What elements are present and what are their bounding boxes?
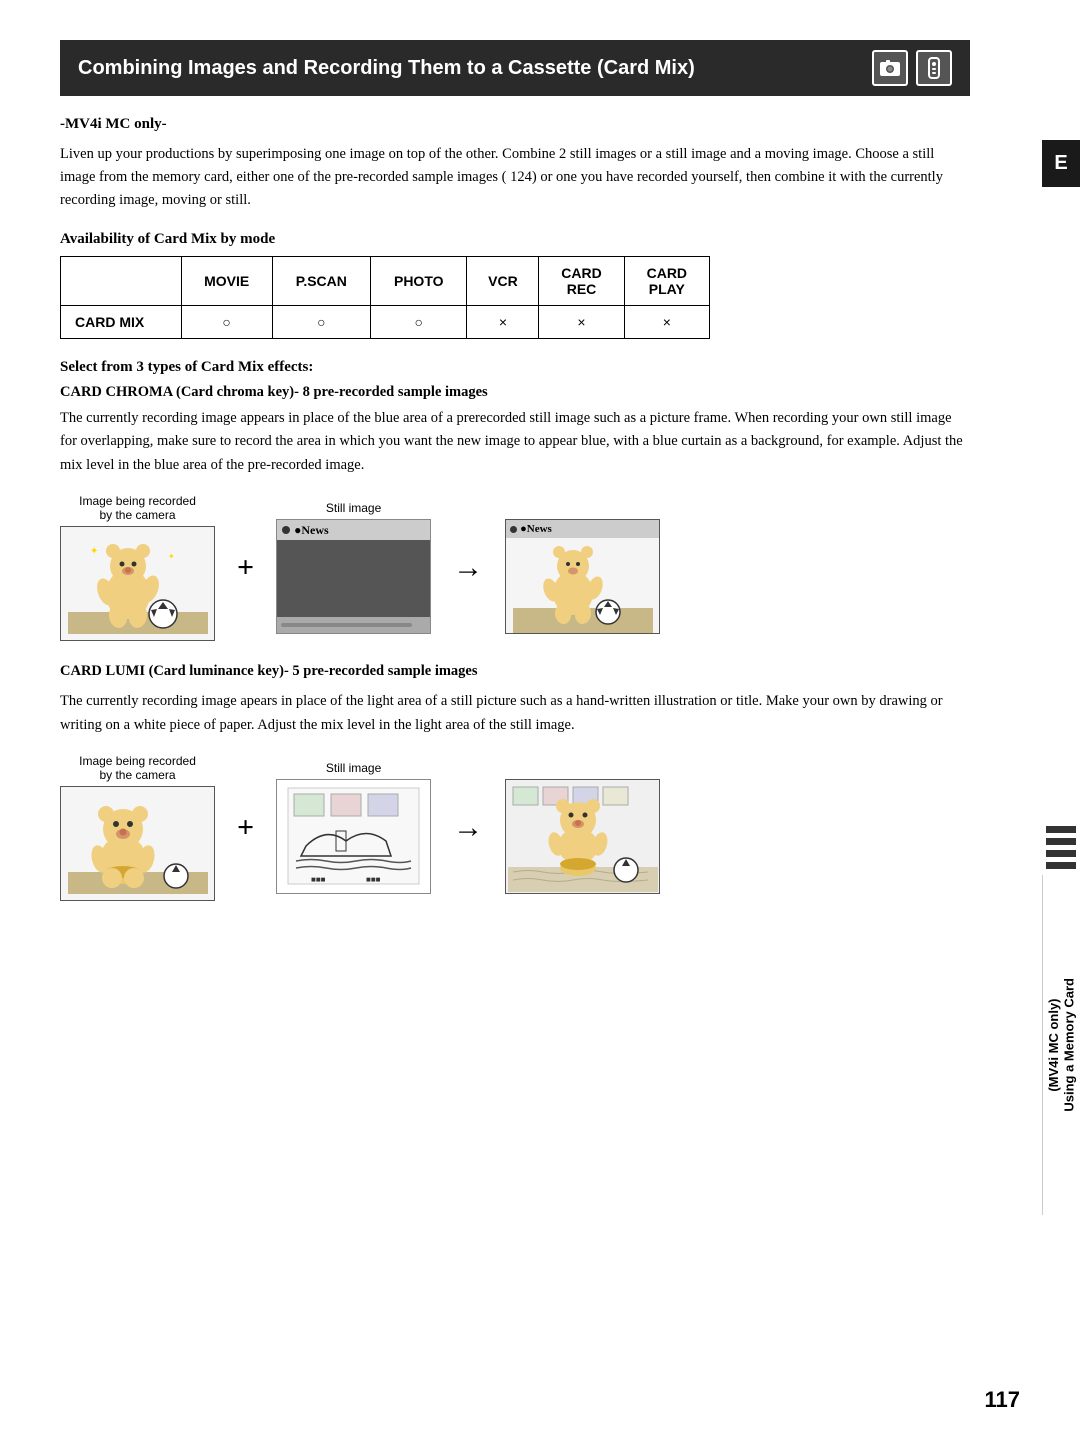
table-cell-photo: ○: [371, 305, 467, 338]
page-container: E Using a Memory Card(MV4i MC only) Comb…: [0, 0, 1080, 1443]
page-number: 117: [985, 1387, 1021, 1413]
diagram-col-2: Still image ●News: [276, 501, 431, 634]
diagram-label-left: Image being recordedby the camera: [79, 494, 196, 522]
news-footer-bar: [277, 617, 430, 633]
paper-drawing-svg: ■■■ ■■■: [286, 786, 421, 886]
sidebar-vertical-text-container: Using a Memory Card(MV4i MC only): [1042, 875, 1080, 1215]
table-header-card-play: CARDPLAY: [624, 256, 709, 305]
diagram-col-3: Result ●News: [505, 501, 660, 634]
table-cell-movie: ○: [181, 305, 272, 338]
sidebar-lines: [1042, 820, 1080, 875]
select-heading: Select from 3 types of Card Mix effects:: [60, 359, 970, 376]
news-dot: [282, 526, 290, 534]
paper-image-box: ■■■ ■■■: [276, 779, 431, 894]
result-image-box-2: [505, 779, 660, 894]
result-news-dot: [510, 526, 517, 533]
card-lumi-strong: CARD LUMI (Card luminance key): [60, 663, 284, 679]
page-title: Combining Images and Recording Them to a…: [78, 57, 695, 80]
diagram-col-1: Image being recordedby the camera: [60, 494, 215, 641]
news-content-area: [277, 540, 430, 617]
diagram-label-middle: Still image: [326, 501, 381, 515]
header-icon-remote: [916, 50, 952, 86]
result-baby-bear-svg: [508, 782, 658, 892]
page-header: Combining Images and Recording Them to a…: [60, 40, 970, 96]
table-header-empty: [61, 256, 182, 305]
header-icons: [872, 50, 952, 86]
right-tab-e: E: [1042, 140, 1080, 187]
card-lumi-heading: CARD LUMI (Card luminance key)- 5 pre-re…: [60, 663, 970, 680]
table-cell-card-rec: ×: [539, 305, 624, 338]
card-chroma-suffix: - 8 pre-recorded sample images: [294, 384, 488, 400]
availability-table: MOVIE P.SCAN PHOTO VCR CARDREC CARDPLAY …: [60, 256, 710, 339]
card-lumi-body: The currently recording image apears in …: [60, 690, 970, 738]
baby-bear-svg: [68, 794, 208, 894]
sidebar-line: [1046, 826, 1076, 833]
sidebar-line: [1046, 862, 1076, 869]
result-image-box-1: ●News: [505, 519, 660, 634]
diagram-col-4: Image being recordedby the camera: [60, 754, 215, 901]
main-content: Combining Images and Recording Them to a…: [60, 40, 1020, 901]
diagram-col-6: Result: [505, 761, 660, 894]
card-chroma-heading: CARD CHROMA (Card chroma key)- 8 pre-rec…: [60, 384, 970, 401]
arrow-symbol-1: →: [447, 551, 489, 585]
plus-symbol-2: +: [231, 811, 260, 845]
table-header-movie: MOVIE: [181, 256, 272, 305]
still-image-box: ●News: [276, 519, 431, 634]
camera-image-box-2: [60, 786, 215, 901]
intro-text: Liven up your productions by superimposi…: [60, 143, 970, 213]
plus-symbol-1: +: [231, 551, 260, 585]
sidebar-decoration: Using a Memory Card(MV4i MC only): [1042, 820, 1080, 1215]
bear-soccer-svg: ✦ ✦: [68, 534, 208, 634]
table-cell-label: CARD MIX: [61, 305, 182, 338]
table-header-photo: PHOTO: [371, 256, 467, 305]
svg-text:■■■: ■■■: [311, 875, 326, 884]
diagram-2: Image being recordedby the camera: [60, 754, 970, 901]
avail-heading: Availability of Card Mix by mode: [60, 231, 970, 248]
diagram-col-5: Still image: [276, 761, 431, 894]
news-header: ●News: [277, 520, 430, 540]
svg-text:✦: ✦: [90, 546, 98, 557]
tab-letter: E: [1054, 152, 1067, 175]
result-news-label: ●News: [520, 523, 552, 535]
svg-text:✦: ✦: [168, 552, 175, 561]
table-cell-vcr: ×: [467, 305, 539, 338]
sidebar-line: [1046, 838, 1076, 845]
table-header-pscan: P.SCAN: [272, 256, 370, 305]
svg-text:■■■: ■■■: [366, 875, 381, 884]
diagram-label-left-2: Image being recordedby the camera: [79, 754, 196, 782]
card-lumi-suffix: - 5 pre-recorded sample images: [284, 663, 478, 679]
table-header-vcr: VCR: [467, 256, 539, 305]
table-header-card-rec: CARDREC: [539, 256, 624, 305]
arrow-symbol-2: →: [447, 811, 489, 845]
result-news-header: ●News: [506, 520, 659, 538]
table-row: CARD MIX ○ ○ ○ × × ×: [61, 305, 710, 338]
diagram-label-middle-2: Still image: [326, 761, 381, 775]
camera-image-box: ✦ ✦: [60, 526, 215, 641]
news-label: ●News: [294, 523, 329, 538]
news-footer-bar-inner: [281, 623, 412, 627]
sidebar-line: [1046, 850, 1076, 857]
table-cell-card-play: ×: [624, 305, 709, 338]
card-chroma-strong: CARD CHROMA (Card chroma key): [60, 384, 294, 400]
card-chroma-body: The currently recording image appears in…: [60, 407, 970, 479]
header-icon-camera: [872, 50, 908, 86]
table-cell-pscan: ○: [272, 305, 370, 338]
mv-label: -MV4i MC only-: [60, 116, 970, 133]
sidebar-vertical-text: Using a Memory Card(MV4i MC only): [1046, 978, 1077, 1112]
diagram-1: Image being recordedby the camera: [60, 494, 970, 641]
result-bear-svg: [513, 538, 653, 633]
